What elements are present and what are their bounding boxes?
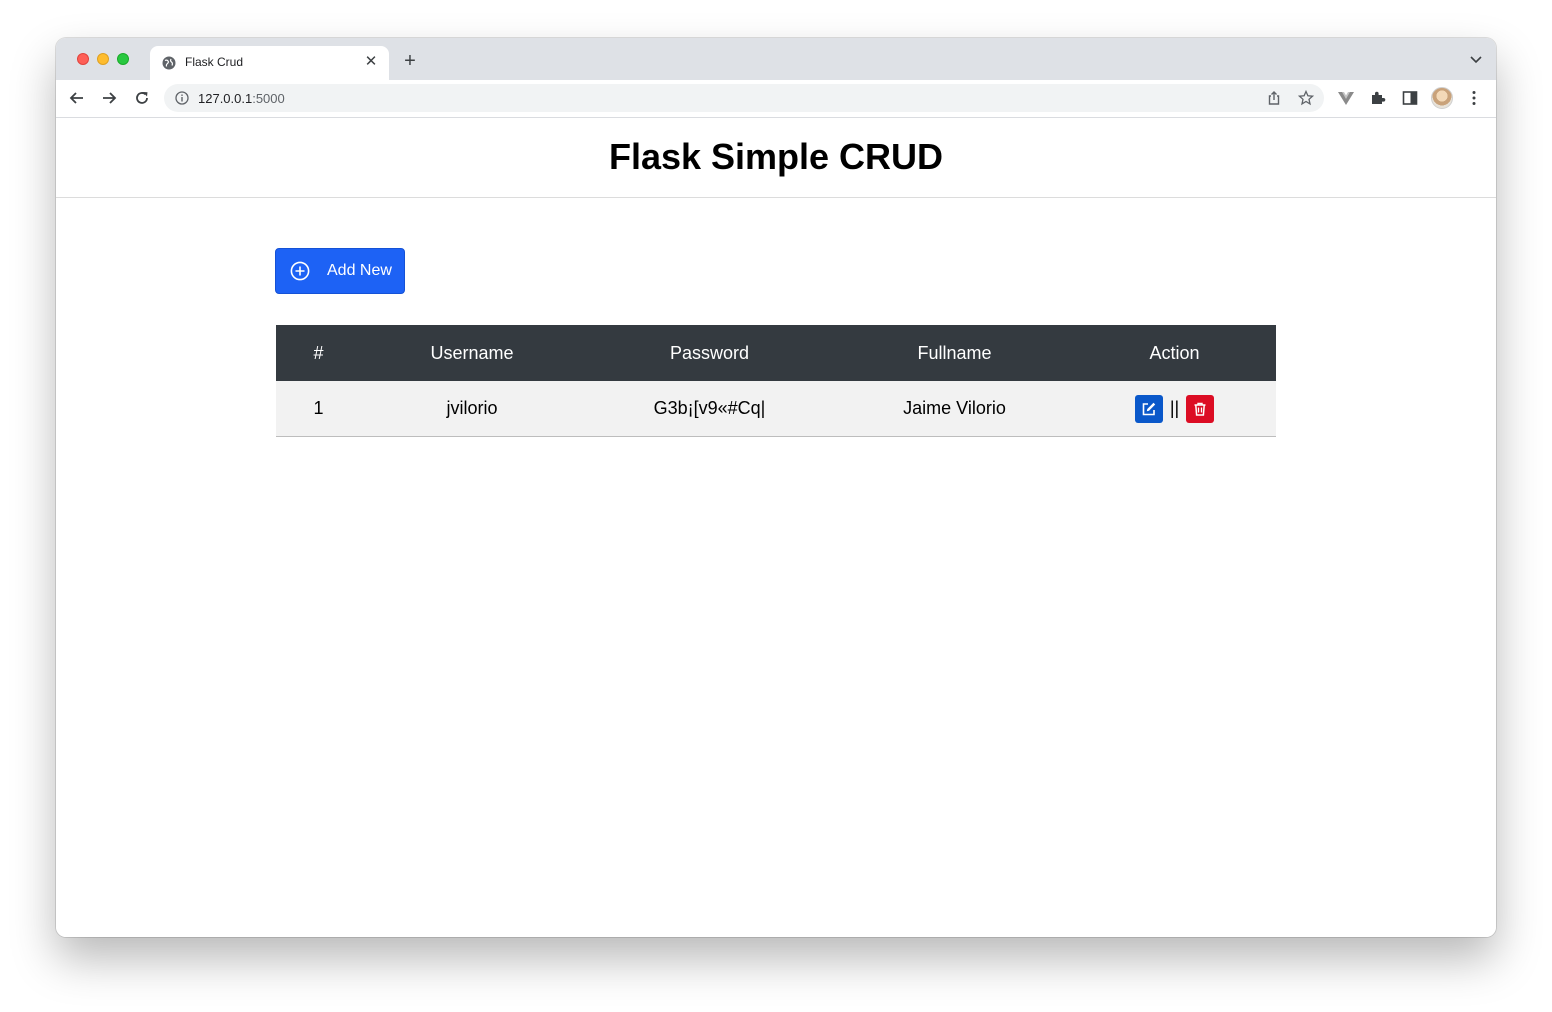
address-bar[interactable]: 127.0.0.1:5000 [164, 84, 1324, 112]
tab-strip: Flask Crud ✕ + [56, 38, 1496, 80]
header-number: # [276, 325, 361, 381]
globe-icon [162, 56, 176, 70]
page-title: Flask Simple CRUD [608, 136, 944, 177]
share-icon[interactable] [1266, 90, 1282, 106]
cell-fullname: Jaime Vilorio [836, 381, 1073, 437]
delete-button[interactable] [1186, 394, 1215, 423]
url-host: 127.0.0.1 [198, 91, 253, 106]
header-fullname: Fullname [836, 325, 1073, 381]
url-port: :5000 [252, 91, 285, 106]
table-header-row: # Username Password Fullname Action [276, 325, 1276, 381]
plus-circle-icon [290, 261, 310, 281]
pencil-square-icon [1142, 402, 1156, 415]
edit-button[interactable] [1134, 394, 1163, 423]
extensions-puzzle-icon[interactable] [1369, 89, 1387, 107]
action-separator: || [1169, 398, 1180, 418]
vue-devtools-icon[interactable] [1337, 89, 1355, 107]
more-menu-icon[interactable] [1465, 89, 1483, 107]
tab-close-icon[interactable]: ✕ [363, 54, 379, 70]
header-password: Password [583, 325, 836, 381]
cell-number: 1 [276, 381, 361, 437]
trash-icon [1194, 402, 1206, 416]
profile-avatar[interactable] [1431, 87, 1453, 109]
cell-action: || [1073, 381, 1276, 437]
close-window-button[interactable] [77, 53, 89, 65]
browser-toolbar: 127.0.0.1:5000 [56, 80, 1496, 118]
page-header: Flask Simple CRUD [56, 118, 1496, 198]
info-icon[interactable] [175, 91, 189, 105]
new-tab-icon[interactable]: + [401, 51, 419, 71]
header-action: Action [1073, 325, 1276, 381]
header-username: Username [361, 325, 583, 381]
cell-username: jvilorio [361, 381, 583, 437]
tab-title: Flask Crud [185, 55, 244, 69]
page-content: Flask Simple CRUD Add New # Username Pas… [56, 118, 1496, 937]
browser-window: Flask Crud ✕ + 127.0.0.1:5000 Flask Simp… [56, 38, 1496, 937]
minimize-window-button[interactable] [97, 53, 109, 65]
bookmark-star-icon[interactable] [1298, 90, 1314, 106]
chevron-down-icon[interactable] [1470, 55, 1482, 65]
reload-icon[interactable] [133, 89, 151, 107]
browser-tab[interactable]: Flask Crud ✕ [150, 46, 389, 80]
maximize-window-button[interactable] [117, 53, 129, 65]
table-row: 1 jvilorio G3b¡[v9«#Cq| Jaime Vilorio || [276, 381, 1276, 437]
add-new-button[interactable]: Add New [275, 248, 405, 294]
cell-password: G3b¡[v9«#Cq| [583, 381, 836, 437]
users-table: # Username Password Fullname Action 1 jv… [276, 325, 1276, 437]
add-new-label: Add New [327, 262, 392, 279]
back-arrow-icon[interactable] [68, 89, 86, 107]
side-panel-icon[interactable] [1401, 89, 1419, 107]
forward-arrow-icon[interactable] [100, 89, 118, 107]
url-text: 127.0.0.1:5000 [198, 91, 285, 106]
